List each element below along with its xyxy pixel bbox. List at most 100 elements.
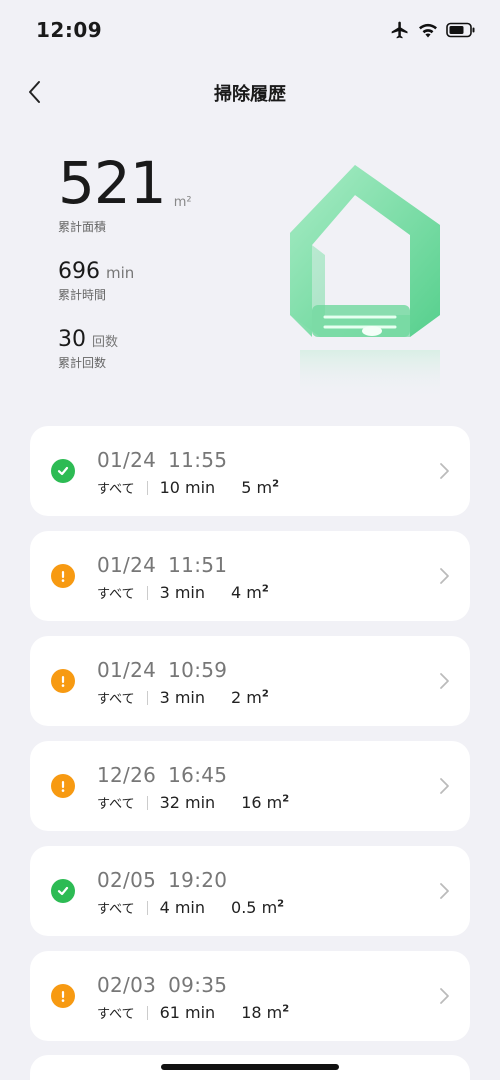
record-date: 12/26 — [97, 763, 157, 787]
record-area-value: 18 — [241, 1003, 262, 1022]
total-time-label: 累計時間 — [58, 288, 107, 302]
history-card[interactable]: 01/24 11:51 すべて 3 min 4 m2 — [30, 531, 470, 621]
history-card[interactable]: 02/05 19:20 すべて 4 min 0.5 m2 — [30, 846, 470, 936]
record-area: 4 m2 — [231, 583, 269, 602]
warning-circle-icon — [51, 774, 75, 798]
history-card[interactable]: 01/24 11:55 すべて 10 min 5 m2 — [30, 426, 470, 516]
record-date: 01/24 — [97, 658, 157, 682]
total-area-value: 521 — [58, 149, 167, 217]
divider — [146, 585, 148, 600]
record-area: 0.5 m2 — [231, 898, 284, 917]
record-area-value: 4 — [231, 583, 242, 602]
total-count-value: 30 — [58, 327, 86, 352]
history-card[interactable]: 01/24 10:59 すべて 3 min 2 m2 — [30, 636, 470, 726]
record-area: 16 m2 — [241, 793, 289, 812]
summary-stats: 521 m² 累計面積 696 min 累計時間 30 回数 累計回数 — [58, 150, 278, 400]
record-details: すべて 3 min 2 m2 — [97, 688, 269, 707]
record-duration: 4 min — [159, 898, 206, 917]
record-datetime: 01/24 11:51 — [97, 553, 227, 577]
divider — [146, 480, 148, 495]
chevron-right-icon — [440, 463, 449, 479]
record-details: すべて 32 min 16 m2 — [97, 793, 289, 812]
record-mode: すべて — [97, 902, 135, 917]
record-duration: 61 min — [159, 1003, 216, 1022]
total-count-row: 30 回数 — [58, 327, 278, 352]
record-area-value: 16 — [241, 793, 262, 812]
total-time-row: 696 min — [58, 259, 278, 284]
wifi-icon — [418, 22, 438, 38]
record-area-unit: m — [256, 478, 273, 497]
warning-circle-icon — [51, 669, 75, 693]
history-card[interactable]: 12/26 16:45 すべて 32 min 16 m2 — [30, 741, 470, 831]
record-area-unit: m — [266, 793, 283, 812]
record-mode: すべて — [97, 1007, 135, 1022]
record-duration: 10 min — [159, 478, 216, 497]
chevron-right-icon — [440, 988, 449, 1004]
record-area-value: 5 — [241, 478, 252, 497]
warning-circle-icon — [51, 564, 75, 588]
record-mode: すべて — [97, 587, 135, 602]
history-list: 01/24 11:55 すべて 10 min 5 m2 01/24 11:51 すべて 3 mi… — [30, 426, 470, 1056]
record-area-exponent: 2 — [272, 478, 280, 490]
chevron-right-icon — [440, 883, 449, 899]
history-card[interactable]: 02/03 09:35 すべて 61 min 18 m2 — [30, 951, 470, 1041]
divider — [146, 795, 148, 810]
record-time: 09:35 — [168, 973, 228, 997]
record-datetime: 12/26 16:45 — [97, 763, 227, 787]
record-time: 11:55 — [168, 448, 228, 472]
warning-circle-icon — [51, 984, 75, 1008]
divider — [146, 1005, 148, 1020]
record-details: すべて 10 min 5 m2 — [97, 478, 279, 497]
record-area-unit: m — [246, 583, 262, 602]
record-area-exponent: 2 — [277, 898, 285, 910]
record-datetime: 01/24 10:59 — [97, 658, 227, 682]
record-time: 19:20 — [168, 868, 228, 892]
record-area-unit: m — [246, 688, 262, 707]
house-illustration — [270, 155, 460, 405]
check-circle-icon — [51, 879, 75, 903]
record-duration: 3 min — [159, 688, 206, 707]
total-time-value: 696 — [58, 259, 100, 284]
record-area: 5 m2 — [241, 478, 279, 497]
total-count-unit: 回数 — [92, 335, 119, 350]
record-mode: すべて — [97, 797, 135, 812]
divider — [146, 900, 148, 915]
record-area: 2 m2 — [231, 688, 269, 707]
record-datetime: 01/24 11:55 — [97, 448, 227, 472]
record-area-value: 2 — [231, 688, 242, 707]
record-date: 02/05 — [97, 868, 157, 892]
total-time-unit: min — [106, 264, 135, 282]
record-duration: 32 min — [159, 793, 216, 812]
record-duration: 3 min — [159, 583, 206, 602]
record-area-unit: m — [266, 1003, 283, 1022]
record-area-exponent: 2 — [282, 793, 290, 805]
home-indicator — [161, 1064, 339, 1070]
record-details: すべて 3 min 4 m2 — [97, 583, 269, 602]
record-time: 16:45 — [168, 763, 228, 787]
battery-icon — [446, 22, 476, 38]
nav-bar: 掃除履歴 — [0, 70, 500, 114]
record-area-unit: m — [261, 898, 278, 917]
chevron-right-icon — [440, 568, 449, 584]
divider — [146, 690, 148, 705]
record-time: 11:51 — [168, 553, 228, 577]
record-date: 02/03 — [97, 973, 157, 997]
chevron-right-icon — [440, 673, 449, 689]
total-area-label: 累計面積 — [58, 220, 107, 234]
record-details: すべて 4 min 0.5 m2 — [97, 898, 284, 917]
record-datetime: 02/05 19:20 — [97, 868, 227, 892]
record-area-exponent: 2 — [261, 583, 269, 595]
total-area-unit: m² — [173, 195, 192, 210]
record-details: すべて 61 min 18 m2 — [97, 1003, 289, 1022]
record-date: 01/24 — [97, 553, 157, 577]
record-area-exponent: 2 — [282, 1003, 290, 1015]
airplane-icon — [390, 20, 410, 40]
record-datetime: 02/03 09:35 — [97, 973, 227, 997]
record-time: 10:59 — [168, 658, 228, 682]
cleaning-history-screen: 12:09 掃除履歴 521 m² 累計面積 696 min 累計時間 30 回… — [0, 0, 500, 1080]
record-area-exponent: 2 — [261, 688, 269, 700]
status-icons — [390, 18, 476, 42]
chevron-right-icon — [440, 778, 449, 794]
record-mode: すべて — [97, 692, 135, 707]
page-title: 掃除履歴 — [214, 84, 286, 105]
